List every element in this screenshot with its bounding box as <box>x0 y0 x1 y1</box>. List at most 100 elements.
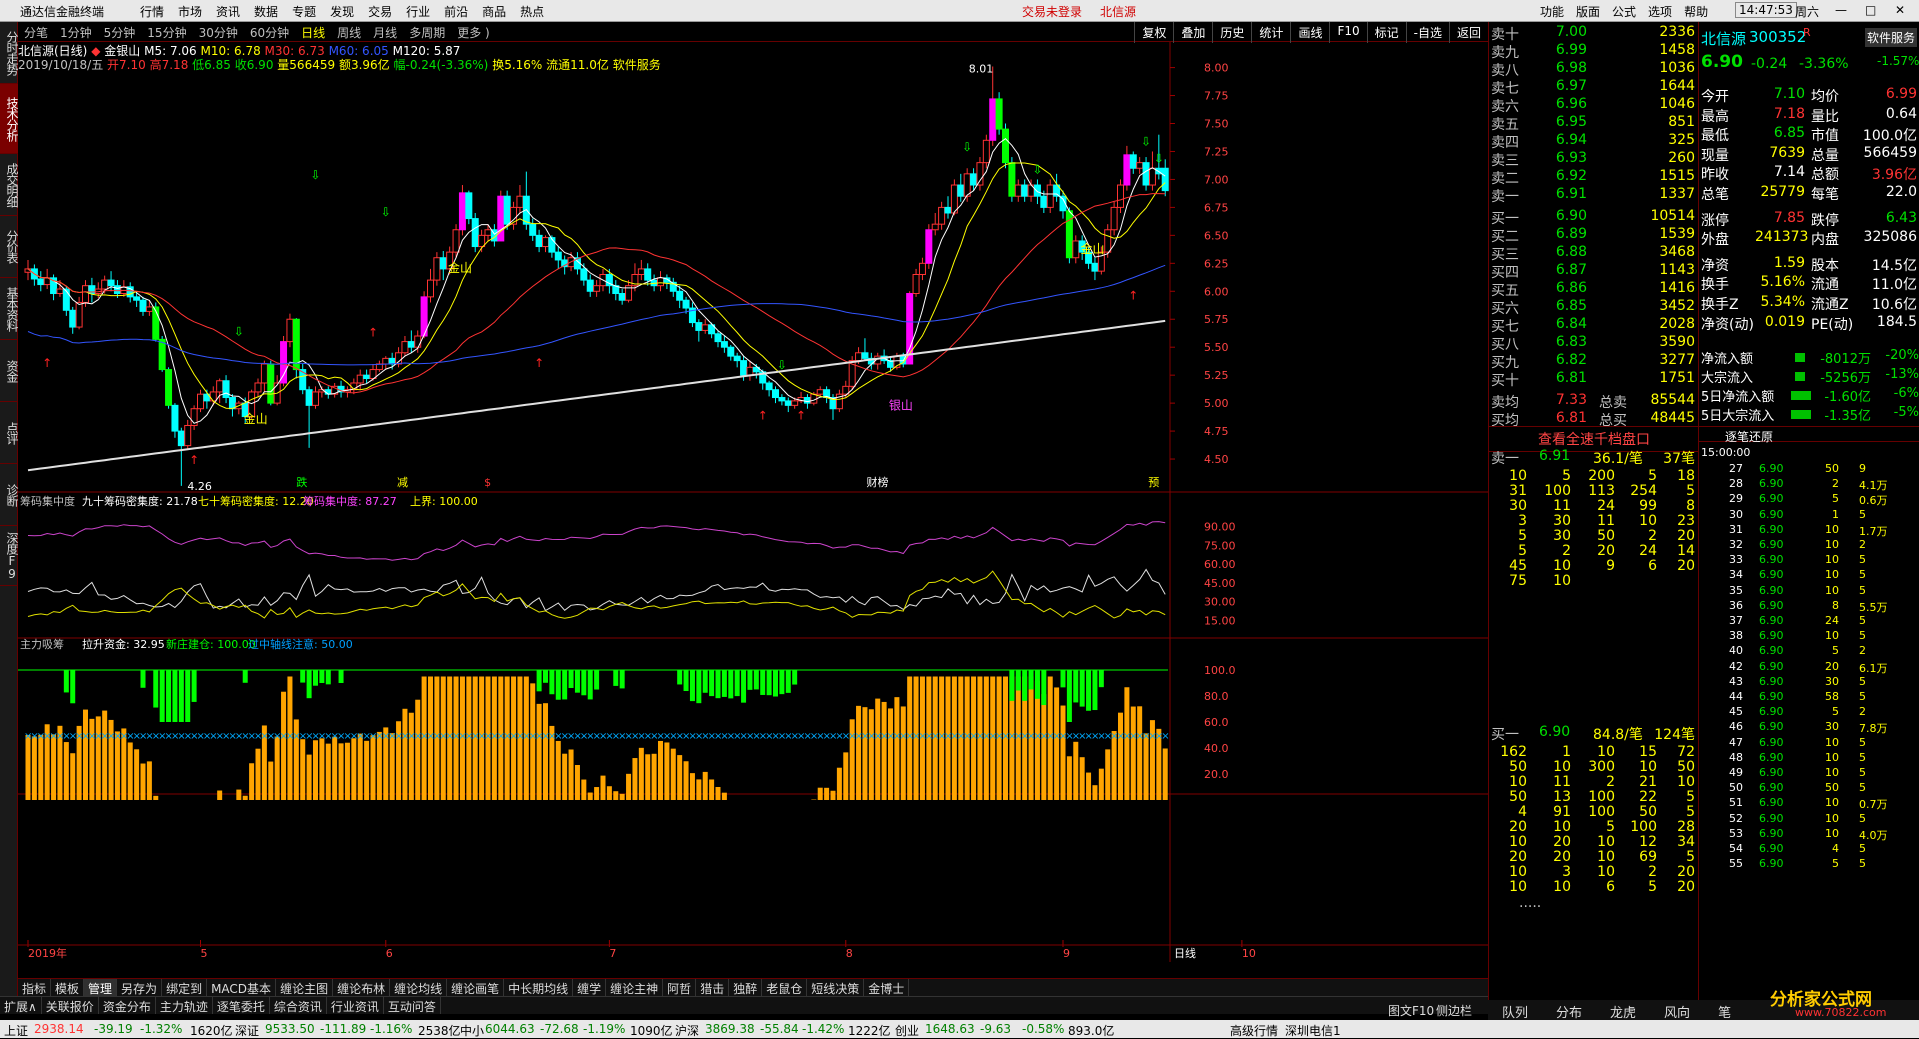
left-tab[interactable]: 分价表 <box>0 216 18 278</box>
hs-change: -55.84 <box>760 1022 799 1036</box>
left-tab[interactable]: 技术分析 <box>0 84 18 154</box>
info-label: 跌停 <box>1811 210 1839 230</box>
right-tab[interactable]: 分布 <box>1542 1000 1596 1020</box>
left-tab[interactable]: 基本资料 <box>0 278 18 340</box>
sell-arrow-icon: ⇩ <box>1032 162 1042 176</box>
extension-tab[interactable]: 综合资讯 <box>270 997 327 1014</box>
menu-item[interactable]: 前沿 <box>444 3 468 20</box>
tick-volume: 30 <box>1809 720 1839 733</box>
title-menu-item[interactable]: 功能 <box>1540 3 1564 20</box>
menu-item[interactable]: 专题 <box>292 3 316 20</box>
sidebar-button[interactable]: 侧边栏 <box>1436 1002 1472 1019</box>
extension-tab[interactable]: 关联报价 <box>42 997 99 1014</box>
indicator-tab[interactable]: 中长期均线 <box>504 979 573 996</box>
extension-tab[interactable]: 互动问答 <box>384 997 441 1014</box>
queue-price: 6.90 <box>1539 724 1570 740</box>
menu-item[interactable]: 热点 <box>520 3 544 20</box>
period-tab[interactable]: 1分钟 <box>54 22 98 41</box>
kline-chart[interactable]: 8.007.757.507.257.006.756.506.256.005.75… <box>18 42 1488 962</box>
right-tab[interactable]: 龙虎 <box>1596 1000 1650 1020</box>
right-tab[interactable]: 队列 <box>1488 1000 1542 1020</box>
extension-tab[interactable]: 资金分布 <box>99 997 156 1014</box>
period-tab[interactable]: 15分钟 <box>141 22 192 41</box>
indicator-tab[interactable]: 绑定到 <box>162 979 207 996</box>
left-tab[interactable]: 资金 <box>0 340 18 402</box>
period-tab[interactable]: 分笔 <box>18 22 54 41</box>
status-server[interactable]: 深圳电信1 <box>1285 1022 1341 1039</box>
toolbar-button[interactable]: 画线 <box>1290 22 1329 43</box>
indicator-tab[interactable]: MACD基本 <box>207 979 276 996</box>
toolbar-button[interactable]: 统计 <box>1251 22 1290 43</box>
extension-tab[interactable]: 行业资讯 <box>327 997 384 1014</box>
indicator-tab[interactable]: 金博士 <box>864 979 909 996</box>
indicator-tab[interactable]: 独醉 <box>729 979 762 996</box>
f10-button[interactable]: 图文F10 <box>1388 1002 1434 1019</box>
toolbar-button[interactable]: 标记 <box>1367 22 1406 43</box>
indicator-tab[interactable]: 猎击 <box>696 979 729 996</box>
queue-cell: 113 <box>1581 483 1615 499</box>
left-tab[interactable]: 点评 <box>0 402 18 464</box>
ind1-tick: 90.00 <box>1204 521 1236 534</box>
title-menu-item[interactable]: 选项 <box>1648 3 1672 20</box>
toolbar-button[interactable]: 叠加 <box>1173 22 1212 43</box>
queue-more[interactable]: ..... <box>1519 895 1541 911</box>
menu-item[interactable]: 数据 <box>254 3 278 20</box>
period-tab[interactable]: 60分钟 <box>244 22 295 41</box>
right-tab[interactable]: 笔 <box>1704 1000 1745 1020</box>
period-tab[interactable]: 月线 <box>367 22 403 41</box>
stock-code: 300352 <box>1749 28 1806 46</box>
indicator-tab[interactable]: 缠论画笔 <box>447 979 504 996</box>
toolbar-button[interactable]: 返回 <box>1449 22 1488 43</box>
left-tab[interactable]: 深度F9 <box>0 526 18 586</box>
indicator-tab[interactable]: 另存为 <box>117 979 162 996</box>
cy-amount: 893.0亿 <box>1068 1022 1114 1039</box>
menu-item[interactable]: 发现 <box>330 3 354 20</box>
menu-item[interactable]: 交易 <box>368 3 392 20</box>
indicator-tab[interactable]: 指标 <box>18 979 51 996</box>
menu-item[interactable]: 行情 <box>140 3 164 20</box>
title-menu-item[interactable]: 帮助 <box>1684 3 1708 20</box>
left-tab[interactable]: 分时走势 <box>0 22 18 84</box>
minimize-icon[interactable]: — <box>1835 3 1847 17</box>
extension-tab[interactable]: 主力轨迹 <box>156 997 213 1014</box>
close-icon[interactable]: ✕ <box>1895 3 1905 17</box>
status-advanced[interactable]: 高级行情 <box>1230 1022 1278 1039</box>
indicator-tab[interactable]: 老鼠仓 <box>762 979 807 996</box>
left-tab[interactable]: 诊断 <box>0 464 18 526</box>
toolbar-button[interactable]: 历史 <box>1212 22 1251 43</box>
right-tab[interactable]: 风向 <box>1650 1000 1704 1020</box>
period-tab[interactable]: 周线 <box>331 22 367 41</box>
candle-body <box>747 367 753 375</box>
candle-body <box>862 353 868 359</box>
left-tab[interactable]: 成交明细 <box>0 154 18 216</box>
indicator-tab[interactable]: 缠论布林 <box>333 979 390 996</box>
indicator-tab[interactable]: 模板 <box>51 979 84 996</box>
maximize-icon[interactable]: □ <box>1865 3 1876 17</box>
indicator-tab[interactable]: 缠论均线 <box>390 979 447 996</box>
indicator-tab[interactable]: 阿哲 <box>663 979 696 996</box>
menu-item[interactable]: 商品 <box>482 3 506 20</box>
indicator-tab[interactable]: 短线决策 <box>807 979 864 996</box>
toolbar-button[interactable]: 复权 <box>1134 22 1173 43</box>
title-menu-item[interactable]: 公式 <box>1612 3 1636 20</box>
extension-tab[interactable]: 逐笔委托 <box>213 997 270 1014</box>
trade-status[interactable]: 交易未登录 <box>1022 3 1082 20</box>
period-tab[interactable]: 多周期 <box>403 22 451 41</box>
candle-body <box>223 381 229 398</box>
period-tab[interactable]: 30分钟 <box>193 22 244 41</box>
indicator-tab[interactable]: 缠论主图 <box>276 979 333 996</box>
indicator-tab[interactable]: 缠论主神 <box>606 979 663 996</box>
toolbar-button[interactable]: -自选 <box>1406 22 1449 43</box>
period-tab[interactable]: 5分钟 <box>98 22 142 41</box>
indicator-tab[interactable]: 管理 <box>84 979 117 996</box>
menu-item[interactable]: 市场 <box>178 3 202 20</box>
candle-body <box>102 280 108 289</box>
extension-tab[interactable]: 扩展∧ <box>0 997 42 1014</box>
indicator-tab[interactable]: 缠学 <box>573 979 606 996</box>
menu-item[interactable]: 行业 <box>406 3 430 20</box>
period-tab[interactable]: 更多 ) <box>451 22 496 41</box>
title-menu-item[interactable]: 版面 <box>1576 3 1600 20</box>
period-tab[interactable]: 日线 <box>295 22 331 41</box>
menu-item[interactable]: 资讯 <box>216 3 240 20</box>
toolbar-button[interactable]: F10 <box>1329 22 1366 43</box>
